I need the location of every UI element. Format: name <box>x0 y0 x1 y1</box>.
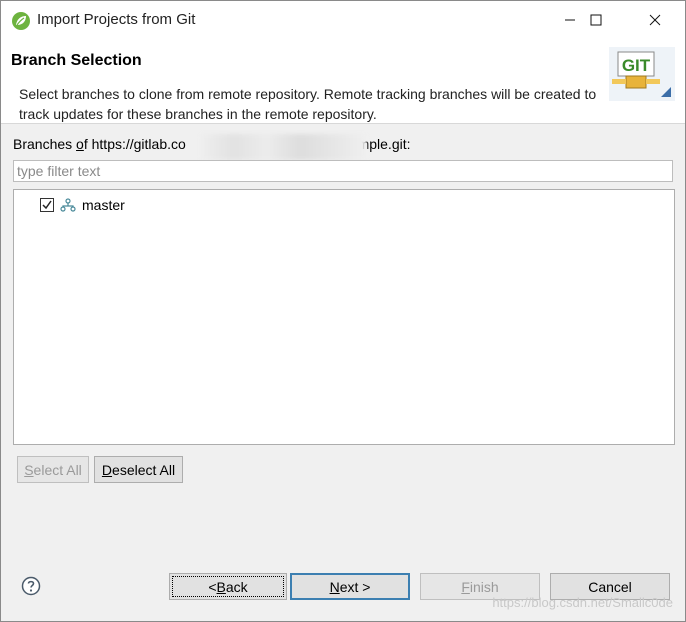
back-label: ack <box>225 578 248 595</box>
close-icon <box>649 14 661 26</box>
next-mnemonic: N <box>329 578 340 595</box>
branch-icon <box>60 198 76 212</box>
next-label: ext > <box>339 578 371 595</box>
branch-list[interactable]: master <box>13 189 675 445</box>
back-mnemonic: B <box>216 578 226 595</box>
checkmark-icon <box>42 200 52 210</box>
import-wizard-window: Import Projects from Git Branch Selectio… <box>0 0 686 622</box>
branch-checkbox[interactable] <box>40 198 54 212</box>
deselect-all-button[interactable]: Deselect All <box>94 456 183 483</box>
finish-mnemonic: F <box>461 578 470 595</box>
window-title: Import Projects from Git <box>37 11 196 28</box>
back-prefix: < <box>208 578 217 595</box>
spring-leaf-icon <box>11 11 31 31</box>
redacted-url-blur <box>201 134 366 160</box>
deselect-all-label: eselect All <box>112 461 176 478</box>
repository-url-start: https://gitlab.co <box>91 136 186 152</box>
select-all-label: elect All <box>33 461 82 478</box>
branches-label-prefix: Branches <box>13 136 77 152</box>
maximize-button[interactable] <box>573 1 619 39</box>
list-item[interactable]: master <box>40 195 125 215</box>
help-icon[interactable] <box>21 576 41 596</box>
wizard-header: Branch Selection Select branches to clon… <box>1 39 685 124</box>
back-button[interactable]: < Back <box>169 573 287 600</box>
branch-name: master <box>82 197 125 213</box>
branch-filter-input[interactable] <box>13 160 673 182</box>
watermark-text: https://blog.csdn.net/Smallc0de <box>492 595 673 610</box>
cancel-label: Cancel <box>588 578 632 595</box>
finish-label: inish <box>469 578 499 595</box>
git-logo-text: GIT <box>622 56 651 75</box>
close-button[interactable] <box>632 1 678 39</box>
next-button[interactable]: Next > <box>290 573 410 600</box>
deselect-all-mnemonic: D <box>101 461 113 478</box>
branches-label-of: f <box>83 136 92 152</box>
page-title: Branch Selection <box>11 52 142 69</box>
title-bar[interactable]: Import Projects from Git <box>1 1 685 39</box>
page-description: Select branches to clone from remote rep… <box>19 86 597 122</box>
select-all-button[interactable]: Select All <box>17 456 89 483</box>
maximize-icon <box>590 14 602 26</box>
select-all-mnemonic: S <box>24 461 34 478</box>
branches-label-mnemonic: o <box>76 136 84 152</box>
git-logo-icon: GIT <box>609 47 675 101</box>
